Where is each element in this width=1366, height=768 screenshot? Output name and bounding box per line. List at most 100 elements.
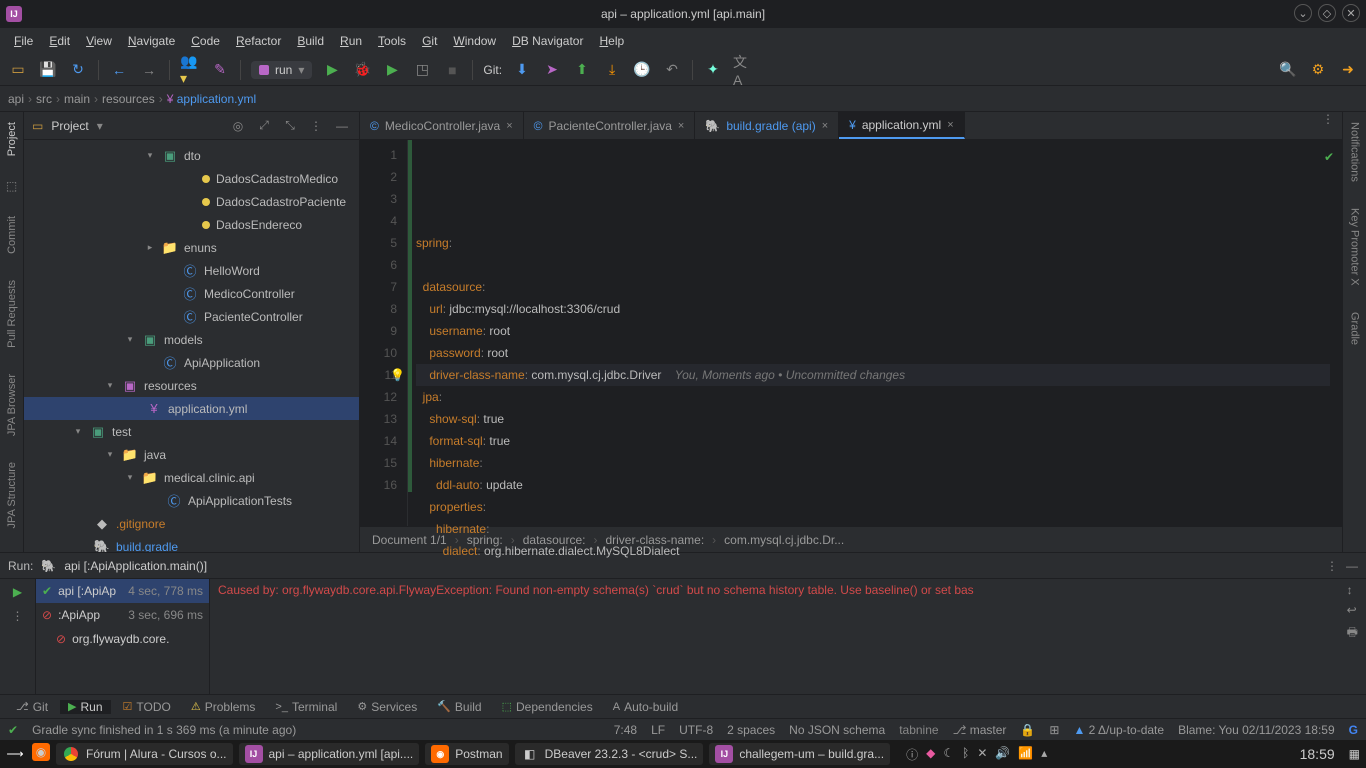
editor-tab[interactable]: ¥application.yml× bbox=[839, 112, 965, 139]
tray-logo-icon[interactable]: ▦ bbox=[1349, 747, 1360, 761]
close-tab-icon[interactable]: × bbox=[678, 120, 684, 132]
close-tab-icon[interactable]: × bbox=[947, 119, 953, 131]
menu-refactor[interactable]: Refactor bbox=[230, 32, 287, 50]
status-tabnine[interactable]: tabnine bbox=[899, 723, 938, 737]
left-tab-jpa-structure[interactable]: JPA Structure bbox=[6, 458, 18, 532]
soft-wrap-icon[interactable]: ↩ bbox=[1347, 603, 1358, 617]
run-task-row[interactable]: ⊘:ApiApp3 sec, 696 ms bbox=[36, 603, 209, 627]
tree-item[interactable]: ▾📁medical.clinic.api bbox=[24, 466, 359, 489]
code-line[interactable]: dialect: org.hibernate.dialect.MySQL8Dia… bbox=[416, 540, 1342, 562]
code-line[interactable]: jpa: bbox=[416, 386, 1342, 408]
tray-info-icon[interactable]: ⓘ bbox=[906, 746, 918, 763]
code-body[interactable]: ✔ spring: datasource: url: jdbc:mysql://… bbox=[408, 140, 1342, 526]
maximize-icon[interactable]: ◇ bbox=[1318, 4, 1336, 22]
code-line[interactable]: datasource: bbox=[416, 276, 1342, 298]
breadcrumb-item[interactable]: main bbox=[64, 92, 90, 106]
tree-item[interactable]: ▾📁java bbox=[24, 443, 359, 466]
menu-help[interactable]: Help bbox=[593, 32, 630, 50]
tray-night-icon[interactable]: ☾ bbox=[943, 746, 954, 763]
tree-item[interactable]: DadosCadastroMedico bbox=[24, 167, 359, 190]
expand-icon[interactable]: ⤢ bbox=[255, 118, 273, 133]
menu-git[interactable]: Git bbox=[416, 32, 443, 50]
left-tab-pull-requests[interactable]: Pull Requests bbox=[6, 276, 18, 352]
menu-build[interactable]: Build bbox=[291, 32, 330, 50]
taskbar-item[interactable]: IJchallegem-um – build.gra... bbox=[709, 743, 890, 765]
translate-icon[interactable]: 文A bbox=[733, 60, 753, 80]
left-tab-jpa-browser[interactable]: JPA Browser bbox=[6, 370, 18, 440]
code-line[interactable] bbox=[416, 254, 1342, 276]
back-icon[interactable]: ← bbox=[109, 60, 129, 80]
save-icon[interactable]: 💾 bbox=[38, 60, 58, 80]
target-icon[interactable]: ◎ bbox=[229, 119, 247, 133]
system-clock[interactable]: 18:59 bbox=[1300, 746, 1335, 762]
open-icon[interactable]: ▭ bbox=[8, 60, 28, 80]
code-line[interactable]: url: jdbc:mysql://localhost:3306/crud bbox=[416, 298, 1342, 320]
coverage-icon[interactable]: ▶ bbox=[382, 60, 402, 80]
left-tab-commit[interactable]: Commit bbox=[6, 212, 18, 258]
git-pull-icon[interactable]: ⬇ bbox=[512, 60, 532, 80]
minimize-icon[interactable]: ⌄ bbox=[1294, 4, 1312, 22]
code-editor[interactable]: 12345678910111213141516 ✔ spring: dataso… bbox=[360, 140, 1342, 526]
tray-xorg-icon[interactable]: ✕ bbox=[977, 746, 987, 763]
editor-tab[interactable]: 🐘build.gradle (api)× bbox=[695, 112, 839, 139]
bottom-tab-problems[interactable]: ⚠Problems bbox=[183, 700, 264, 714]
code-line[interactable]: show-sql: true bbox=[416, 408, 1342, 430]
tree-item[interactable]: DadosEndereco bbox=[24, 213, 359, 236]
run-config-selector[interactable]: run ▾ bbox=[251, 61, 312, 79]
taskbar-item[interactable]: ◉Postman bbox=[425, 743, 508, 765]
code-line[interactable]: password: root bbox=[416, 342, 1342, 364]
taskbar-icon[interactable]: ◉ bbox=[32, 743, 50, 761]
menu-navigate[interactable]: Navigate bbox=[122, 32, 181, 50]
bottom-tab-todo[interactable]: ☑TODO bbox=[115, 700, 179, 714]
users-icon[interactable]: 👥▾ bbox=[180, 60, 200, 80]
forward-icon[interactable]: → bbox=[139, 60, 159, 80]
git-push-icon[interactable]: ⬆ bbox=[572, 60, 592, 80]
status-caret-pos[interactable]: 7:48 bbox=[614, 723, 637, 737]
code-line[interactable]: properties: bbox=[416, 496, 1342, 518]
tree-item[interactable]: ▸📁enuns bbox=[24, 236, 359, 259]
tabs-more-icon[interactable]: ⋮ bbox=[1314, 112, 1342, 139]
more-icon[interactable]: ⋮ bbox=[307, 119, 325, 133]
menu-tools[interactable]: Tools bbox=[372, 32, 412, 50]
git-commit-icon[interactable]: ➤ bbox=[542, 60, 562, 80]
status-blame[interactable]: Blame: You 02/11/2023 18:59 bbox=[1178, 723, 1335, 737]
code-line[interactable]: hibernate: bbox=[416, 518, 1342, 540]
right-tab-notifications[interactable]: Notifications bbox=[1349, 118, 1361, 186]
tray-wifi-icon[interactable]: 📶 bbox=[1018, 746, 1033, 763]
tree-item[interactable]: DadosCadastroPaciente bbox=[24, 190, 359, 213]
tree-item[interactable]: ⒸApiApplication bbox=[24, 351, 359, 374]
status-branch[interactable]: ⎇ master bbox=[953, 723, 1007, 737]
close-tab-icon[interactable]: × bbox=[822, 120, 828, 132]
code-line[interactable]: hibernate: bbox=[416, 452, 1342, 474]
tree-item[interactable]: 🐘build.gradle bbox=[24, 535, 359, 552]
code-line[interactable]: spring: bbox=[416, 232, 1342, 254]
menu-window[interactable]: Window bbox=[447, 32, 502, 50]
intention-bulb-icon[interactable]: 💡 bbox=[390, 364, 405, 386]
left-tab-project[interactable]: Project bbox=[6, 118, 18, 160]
close-tab-icon[interactable]: × bbox=[506, 120, 512, 132]
taskbar-item[interactable]: Fórum | Alura - Cursos o... bbox=[56, 743, 233, 765]
run-tasks-list[interactable]: ✔api [:ApiAp4 sec, 778 ms⊘:ApiApp3 sec, … bbox=[36, 579, 210, 694]
status-tool-icon[interactable]: ⊞ bbox=[1049, 723, 1059, 737]
tree-item[interactable]: ⒸApiApplicationTests bbox=[24, 489, 359, 512]
taskbar-item[interactable]: IJapi – application.yml [api.... bbox=[239, 743, 420, 765]
close-icon[interactable]: ✕ bbox=[1342, 4, 1360, 22]
status-schema[interactable]: No JSON schema bbox=[789, 723, 885, 737]
tree-item[interactable]: ◆.gitignore bbox=[24, 512, 359, 535]
wand-icon[interactable]: ✎ bbox=[210, 60, 230, 80]
status-delta[interactable]: ▲ 2 Δ/up-to-date bbox=[1073, 723, 1164, 737]
menu-db-navigator[interactable]: DB Navigator bbox=[506, 32, 589, 50]
tray-volume-icon[interactable]: 🔊 bbox=[995, 746, 1010, 763]
status-lock-icon[interactable]: 🔒 bbox=[1020, 723, 1035, 737]
right-tab-key-promoter-x[interactable]: Key Promoter X bbox=[1349, 204, 1361, 290]
git-rollback-icon[interactable]: ↶ bbox=[662, 60, 682, 80]
code-line[interactable]: format-sql: true bbox=[416, 430, 1342, 452]
menu-edit[interactable]: Edit bbox=[43, 32, 76, 50]
bottom-tab-run[interactable]: ▶Run bbox=[60, 700, 110, 714]
bottom-tab-terminal[interactable]: >_Terminal bbox=[267, 700, 345, 714]
stop-icon[interactable]: ■ bbox=[442, 60, 462, 80]
settings-icon[interactable]: ⚙ bbox=[1308, 60, 1328, 80]
print-icon[interactable]: 🖶 bbox=[1347, 623, 1358, 644]
editor-tab[interactable]: ©PacienteController.java× bbox=[524, 112, 696, 139]
tray-cube-icon[interactable]: ◆ bbox=[926, 746, 935, 763]
